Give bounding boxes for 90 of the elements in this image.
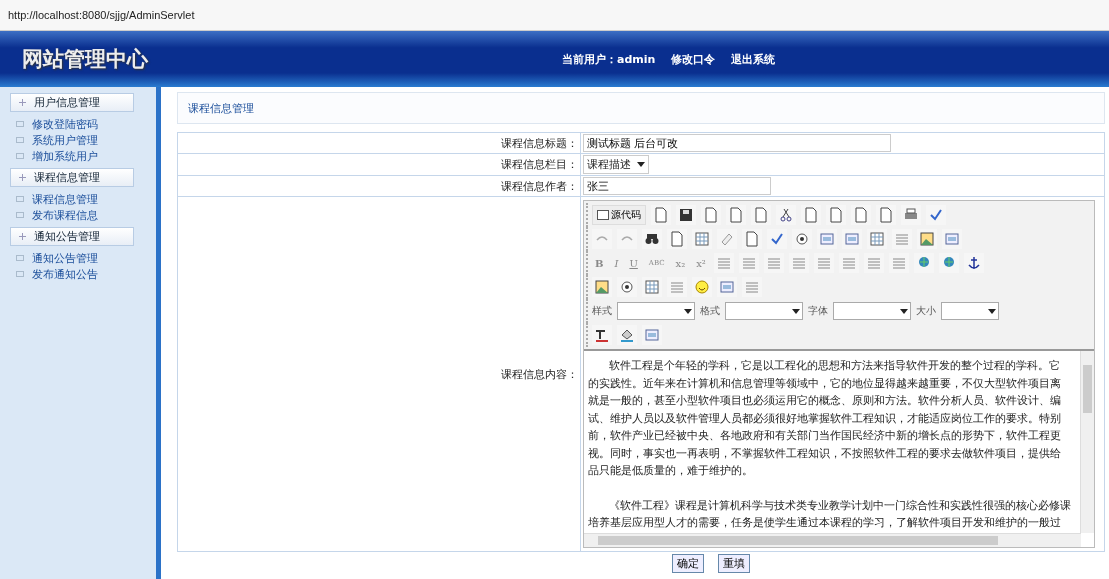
plus-icon <box>19 99 26 106</box>
lines-icon[interactable] <box>667 277 687 297</box>
select-label: 样式 <box>592 304 612 318</box>
window-icon[interactable] <box>842 229 862 249</box>
globe-icon[interactable] <box>938 253 959 273</box>
plus-icon <box>19 174 26 181</box>
header-link[interactable]: 退出系统 <box>731 51 776 67</box>
field-label: 课程信息作者： <box>501 179 578 193</box>
globe-icon[interactable] <box>913 253 934 273</box>
editor-text-line: 的实践性。近年来在计算机和信息管理等领域中，它的地位显得越来越重要，不仅大型软件项目离 <box>588 375 1062 391</box>
select-label: 格式 <box>700 304 720 318</box>
current-user-text: 当前用户：admin <box>562 51 656 67</box>
dropdown-caret-icon <box>792 308 800 314</box>
sidebar-link[interactable]: 课程信息管理 <box>16 191 156 207</box>
lines-icon[interactable] <box>888 253 909 273</box>
lines-icon[interactable] <box>892 229 912 249</box>
window-icon[interactable] <box>717 277 737 297</box>
dropdown-caret-icon <box>988 308 996 314</box>
editor-text-line: 品只能是低质量的，难于维护的。 <box>588 463 754 478</box>
grid-icon[interactable] <box>867 229 887 249</box>
window-icon[interactable] <box>642 325 662 345</box>
dropdown-caret-icon <box>637 162 645 167</box>
scissors-icon[interactable] <box>776 205 796 225</box>
fill-color-icon[interactable] <box>617 325 637 345</box>
editor-dropdown[interactable] <box>833 302 911 320</box>
grid-icon[interactable] <box>642 277 662 297</box>
editor-text-line: 《软件工程》课程是计算机科学与技术类专业教学计划中一门综合性和实践性很强的核心必修课 <box>608 497 1073 513</box>
editor-text-line: 培养基层应用型人才的需要，任务是使学生通过本课程的学习，了解软件项目开发和维护的一般过 <box>588 515 1062 530</box>
eraser-icon[interactable] <box>717 229 737 249</box>
checkmark-icon[interactable] <box>767 229 787 249</box>
vertical-scrollbar[interactable] <box>1080 351 1094 533</box>
editor-text-line: 试、维护人员以及软件管理人员都必须很好地掌握软件工程知识，才能适应岗位工作的要求。特别 <box>588 410 1062 426</box>
editor-text-line: 软件工程是个年轻的学科，它是以工程化的思想和方法来指导软件开发的整个过程的学科。它 <box>608 358 1062 373</box>
sidebar-link[interactable]: 系统用户管理 <box>16 132 156 148</box>
page-icon[interactable] <box>726 205 746 225</box>
source-code-button[interactable]: 源代码 <box>592 205 646 225</box>
editor-text-line: 前，软件产业已经被中央、各地政府和有关部门当作国民经济中新的增长点的形势下，软件工程更 <box>588 428 1062 443</box>
window-icon <box>597 210 609 220</box>
editor-dropdown[interactable] <box>617 302 695 320</box>
horizontal-scrollbar[interactable] <box>584 533 1081 547</box>
lines-icon[interactable] <box>838 253 859 273</box>
sidebar-link[interactable]: 通知公告管理 <box>16 250 156 266</box>
lines-icon[interactable] <box>738 253 759 273</box>
dropdown-caret-icon <box>900 308 908 314</box>
binoculars-icon[interactable] <box>642 229 662 249</box>
editor-text-line: 视。同时，事实也一再表明，不掌握软件工程知识，不按照软件工程的要求去做软件项目，提供给 <box>588 445 1062 461</box>
lines-icon[interactable] <box>713 253 734 273</box>
lines-icon[interactable] <box>863 253 884 273</box>
field-label: 课程信息内容： <box>501 367 578 381</box>
lines-icon[interactable] <box>742 277 762 297</box>
page-icon[interactable] <box>751 205 771 225</box>
site-logo: 网站管理中心 <box>22 46 149 73</box>
page-icon[interactable] <box>742 229 762 249</box>
page-icon[interactable] <box>851 205 871 225</box>
sidebar-group-header[interactable]: 课程信息管理 <box>10 168 134 187</box>
sidebar-link[interactable]: 发布课程信息 <box>16 207 156 223</box>
title-input[interactable]: 测试标题 后台可改 <box>583 134 891 152</box>
editor-content-area[interactable] <box>584 349 1094 547</box>
field-label: 课程信息标题： <box>501 136 578 150</box>
panel-title: 课程信息管理 <box>177 92 1105 124</box>
anchor-icon[interactable] <box>963 253 984 273</box>
author-input[interactable]: 张三 <box>583 177 771 195</box>
editor-text-line: 就是一般的，甚至小型软件项目也必须运用它的概念、原则和方法。软件分析人员、软件设计、编 <box>588 393 1062 408</box>
field-label: 课程信息栏目： <box>501 158 578 171</box>
form-button[interactable]: 重填 <box>718 554 750 573</box>
url-text[interactable]: http://localhost:8080/sjjg/AdminServlet <box>8 9 195 21</box>
plus-icon <box>19 233 26 240</box>
select-label: 大小 <box>916 304 936 318</box>
sidebar-link[interactable]: 修改登陆密码 <box>16 116 156 132</box>
page-icon[interactable] <box>876 205 896 225</box>
select-label: 字体 <box>808 304 828 318</box>
printer-icon[interactable] <box>901 205 921 225</box>
text-color-icon[interactable] <box>592 325 612 345</box>
window-icon[interactable] <box>817 229 837 249</box>
smiley-icon[interactable] <box>692 277 712 297</box>
column-dropdown[interactable]: 课程描述 <box>583 155 649 174</box>
sidebar-link[interactable]: 发布通知公告 <box>16 266 156 282</box>
page-icon[interactable] <box>826 205 846 225</box>
checkmark-icon[interactable] <box>926 205 946 225</box>
sidebar-link[interactable]: 增加系统用户 <box>16 148 156 164</box>
form-button[interactable]: 确定 <box>672 554 704 573</box>
editor-dropdown[interactable] <box>725 302 803 320</box>
page-icon[interactable] <box>701 205 721 225</box>
editor-dropdown[interactable] <box>941 302 999 320</box>
dropdown-caret-icon <box>684 308 692 314</box>
sidebar-group-header[interactable]: 通知公告管理 <box>10 227 134 246</box>
picture-icon[interactable] <box>592 277 612 297</box>
sidebar-group-header[interactable]: 用户信息管理 <box>10 93 134 112</box>
header-link[interactable]: 修改口令 <box>671 51 716 67</box>
picture-icon[interactable] <box>917 229 937 249</box>
